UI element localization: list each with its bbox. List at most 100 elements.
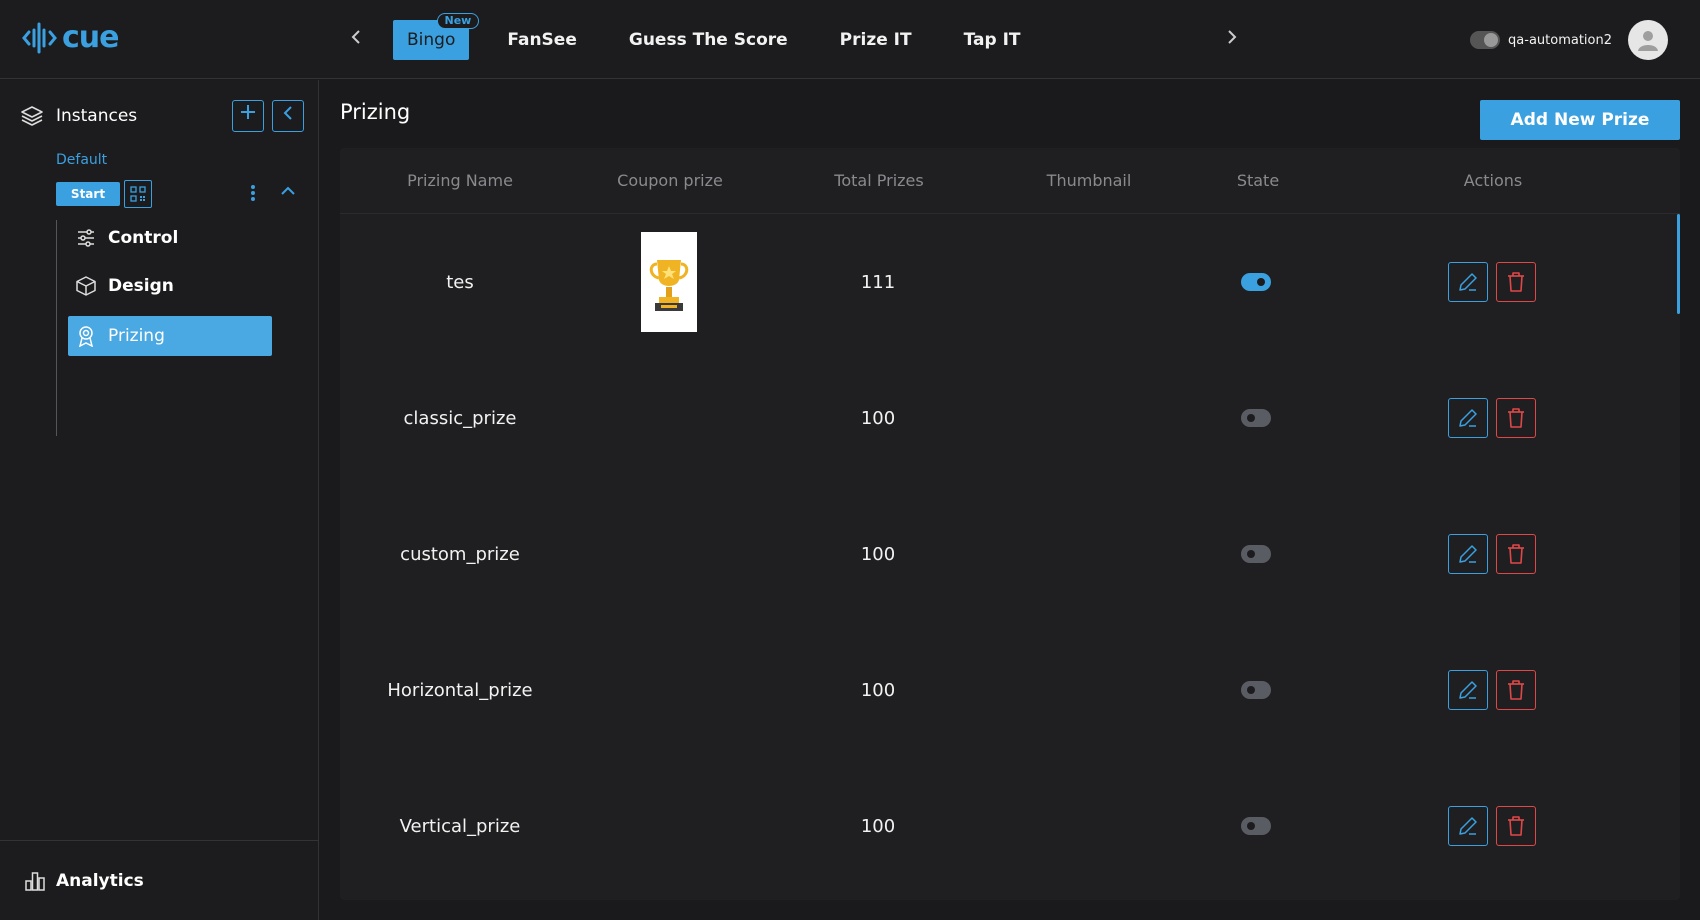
state-toggle[interactable] xyxy=(1241,273,1271,291)
start-button[interactable]: Start xyxy=(56,182,120,206)
actions-cell xyxy=(1444,758,1540,894)
state-toggle[interactable] xyxy=(1241,681,1271,699)
edit-button[interactable] xyxy=(1448,806,1488,846)
column-header[interactable]: State xyxy=(1237,148,1279,214)
pencil-icon xyxy=(1459,273,1477,291)
trash-icon xyxy=(1508,272,1524,292)
column-header[interactable]: Coupon prize xyxy=(617,148,723,214)
prize-name: Horizontal_prize xyxy=(387,679,533,701)
edit-button[interactable] xyxy=(1448,262,1488,302)
qr-code-button[interactable] xyxy=(124,180,152,208)
table-row: tes 111 xyxy=(340,214,1680,350)
add-instance-button[interactable] xyxy=(232,100,264,132)
new-badge: New xyxy=(436,13,480,29)
collapse-sidebar-button[interactable] xyxy=(272,100,304,132)
trash-icon xyxy=(1508,680,1524,700)
theme-toggle[interactable] xyxy=(1470,31,1501,49)
table-row: classic_prize 100 xyxy=(340,350,1680,486)
tab-bingo[interactable]: Bingo New xyxy=(393,13,480,60)
column-header[interactable]: Thumbnail xyxy=(1047,148,1132,214)
delete-button[interactable] xyxy=(1496,534,1536,574)
page-title: Prizing xyxy=(340,100,411,124)
layers-icon xyxy=(21,106,43,126)
actions-cell xyxy=(1444,350,1540,486)
tab-label: Bingo xyxy=(407,30,456,50)
nav-next-button[interactable] xyxy=(1222,28,1242,52)
tab-prize-it[interactable]: Prize IT xyxy=(840,20,912,60)
table-scrollbar[interactable] xyxy=(1677,214,1680,314)
sidebar-item-design[interactable]: Design xyxy=(68,266,272,306)
nav-prev-button[interactable] xyxy=(346,28,366,52)
pencil-icon xyxy=(1459,545,1477,563)
table-row: Vertical_prize 100 xyxy=(340,758,1680,894)
trash-icon xyxy=(1508,408,1524,428)
trophy-image xyxy=(641,232,697,332)
table-row: Horizontal_prize 100 xyxy=(340,622,1680,758)
delete-button[interactable] xyxy=(1496,806,1536,846)
trophy-icon xyxy=(649,260,689,311)
edit-button[interactable] xyxy=(1448,534,1488,574)
bar-chart-icon xyxy=(24,870,46,892)
add-new-prize-button[interactable]: Add New Prize xyxy=(1480,100,1680,140)
avatar[interactable] xyxy=(1628,20,1668,60)
tab-fansee[interactable]: FanSee xyxy=(507,20,577,60)
actions-cell xyxy=(1444,214,1540,350)
logo[interactable]: cue xyxy=(22,20,119,56)
user-area: qa-automation2 xyxy=(1470,20,1668,60)
delete-button[interactable] xyxy=(1496,398,1536,438)
prize-name: classic_prize xyxy=(403,407,517,429)
tab-tap-it[interactable]: Tap IT xyxy=(964,20,1021,60)
logo-mark-icon xyxy=(22,22,57,54)
trash-icon xyxy=(1508,544,1524,564)
state-toggle-cell xyxy=(1241,350,1271,486)
chevron-left-icon xyxy=(283,106,292,120)
sidebar-item-control[interactable]: Control xyxy=(68,218,272,258)
edit-button[interactable] xyxy=(1448,398,1488,438)
state-toggle-cell xyxy=(1241,214,1271,350)
prizing-table: Prizing Name Coupon prize Total Prizes T… xyxy=(340,148,1680,900)
sidebar-item-analytics[interactable]: Analytics xyxy=(0,840,319,920)
chevron-left-icon xyxy=(351,30,360,44)
instances-label: Instances xyxy=(56,106,138,126)
state-toggle-cell xyxy=(1241,622,1271,758)
edit-button[interactable] xyxy=(1448,670,1488,710)
pencil-icon xyxy=(1459,409,1477,427)
trash-icon xyxy=(1508,816,1524,836)
total-prizes: 111 xyxy=(860,271,896,293)
column-header[interactable]: Actions xyxy=(1464,148,1522,214)
prize-name: tes xyxy=(446,271,474,293)
cube-icon xyxy=(74,274,98,298)
total-prizes: 100 xyxy=(860,679,896,701)
state-toggle[interactable] xyxy=(1241,817,1271,835)
award-icon xyxy=(74,324,98,348)
analytics-label: Analytics xyxy=(56,870,144,891)
game-tabs: Bingo New FanSee Guess The Score Prize I… xyxy=(393,13,1073,60)
total-prizes: 100 xyxy=(860,543,896,565)
sidebar-item-label: Prizing xyxy=(108,326,165,346)
chevron-up-icon[interactable] xyxy=(280,182,296,201)
qr-code-icon xyxy=(130,186,146,202)
more-options-icon[interactable] xyxy=(250,184,256,206)
sidebar-item-prizing[interactable]: Prizing xyxy=(68,316,272,356)
tab-guess-the-score[interactable]: Guess The Score xyxy=(629,20,788,60)
instances-header: Instances xyxy=(20,104,137,128)
chevron-right-icon xyxy=(1228,30,1237,44)
state-toggle-cell xyxy=(1241,758,1271,894)
column-header[interactable]: Prizing Name xyxy=(407,148,513,214)
pencil-icon xyxy=(1459,681,1477,699)
sidebar-item-label: Control xyxy=(108,228,179,248)
state-toggle-cell xyxy=(1241,486,1271,622)
coupon-prize-cell xyxy=(641,214,697,350)
prize-name: Vertical_prize xyxy=(399,815,521,837)
actions-cell xyxy=(1444,622,1540,758)
prize-name: custom_prize xyxy=(400,543,520,565)
column-header[interactable]: Total Prizes xyxy=(834,148,923,214)
state-toggle[interactable] xyxy=(1241,409,1271,427)
instance-name[interactable]: Default xyxy=(56,152,107,168)
state-toggle[interactable] xyxy=(1241,545,1271,563)
pencil-icon xyxy=(1459,817,1477,835)
delete-button[interactable] xyxy=(1496,670,1536,710)
total-prizes: 100 xyxy=(860,815,896,837)
total-prizes: 100 xyxy=(860,407,896,429)
delete-button[interactable] xyxy=(1496,262,1536,302)
